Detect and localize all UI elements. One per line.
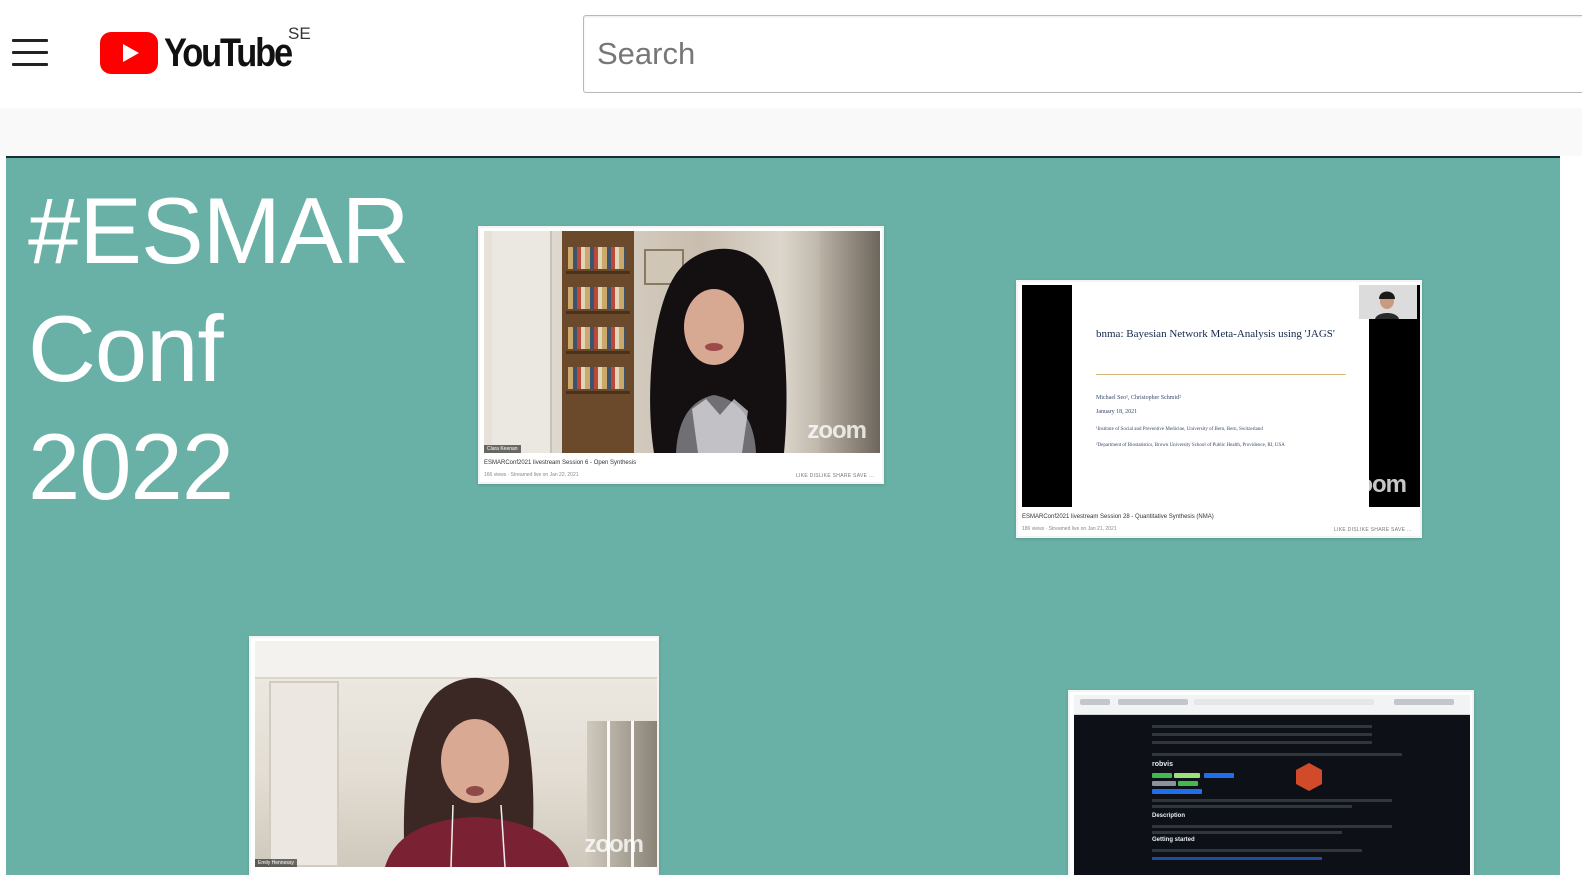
video-thumbnail-session-28: bnma: Bayesian Network Meta-Analysis usi… — [1016, 280, 1422, 538]
logo-wordmark: YouTube — [164, 31, 293, 75]
zoom-watermark: zoom — [584, 831, 644, 858]
video-thumbnail-session-6: Clara Keenan zoom ESMARConf2021 livestre… — [478, 226, 884, 484]
title-line-1: #ESMAR — [28, 178, 410, 283]
country-code: SE — [288, 24, 311, 43]
youtube-play-icon — [100, 32, 158, 74]
slide-date: January 18, 2021 — [1096, 409, 1138, 415]
video-thumbnail-speaker: Emily Hennessy zoom — [249, 636, 659, 875]
speaker-figure — [385, 677, 569, 867]
section-description: Description — [1152, 813, 1186, 819]
search-input[interactable] — [584, 16, 1582, 92]
speaker-figure — [650, 248, 787, 453]
video-thumbnail-screen-share: robvis Description Getting started — [1068, 690, 1474, 875]
conference-title: #ESMAR Conf 2022 — [28, 172, 410, 526]
search-box[interactable] — [583, 15, 1582, 93]
title-line-2: Conf — [28, 296, 224, 401]
slide-frame: bnma: Bayesian Network Meta-Analysis usi… — [1022, 285, 1420, 507]
webcam-frame: Emily Hennessy zoom — [255, 641, 657, 867]
robvis-hex-logo — [1296, 763, 1322, 791]
slide-paper: bnma: Bayesian Network Meta-Analysis usi… — [1072, 285, 1369, 507]
browser-chrome — [1074, 695, 1470, 715]
title-line-3: 2022 — [28, 414, 234, 519]
thumbnail-caption: ESMARConf2021 livestream Session 28 - Qu… — [1022, 514, 1214, 520]
thumbnail-actions: LIKE DISLIKE SHARE SAVE ... — [795, 473, 874, 479]
video-player[interactable]: #ESMAR Conf 2022 Clara Keenan zoom ESMAR… — [6, 156, 1560, 875]
masthead-spacer — [0, 108, 1582, 156]
youtube-logo[interactable]: YouTube — [100, 30, 312, 76]
slide-title: bnma: Bayesian Network Meta-Analysis usi… — [1096, 328, 1335, 340]
hamburger-menu-icon[interactable] — [10, 36, 50, 70]
presenter-webcam — [1359, 285, 1417, 319]
thumbnail-actions: LIKE DISLIKE SHARE SAVE ... — [1333, 527, 1412, 533]
webcam-frame: Clara Keenan zoom — [484, 231, 880, 453]
screen-share-frame: robvis Description Getting started — [1074, 695, 1470, 875]
zoom-watermark: zoom — [807, 417, 867, 444]
slide-affiliation-1: ¹Institute of Social and Preventive Medi… — [1096, 427, 1263, 432]
top-bar: YouTube SE — [0, 0, 1582, 108]
participant-name-tag: Clara Keenan — [484, 445, 521, 453]
zoom-watermark: zoom — [1347, 471, 1407, 498]
slide-authors: Michael Seo¹, Christopher Schmid² — [1096, 395, 1181, 401]
section-getting-started: Getting started — [1152, 837, 1195, 843]
slide-affiliation-2: ²Department of Biostatistics, Brown Univ… — [1096, 443, 1285, 448]
participant-name-tag: Emily Hennessy — [255, 859, 297, 867]
thumbnail-subcaption: 186 views · Streamed live on Jan 21, 202… — [1022, 526, 1117, 532]
thumbnail-subcaption: 166 views · Streamed live on Jan 22, 202… — [484, 472, 579, 478]
repo-name: robvis — [1152, 761, 1174, 768]
thumbnail-caption: ESMARConf2021 livestream Session 6 - Ope… — [484, 460, 637, 466]
